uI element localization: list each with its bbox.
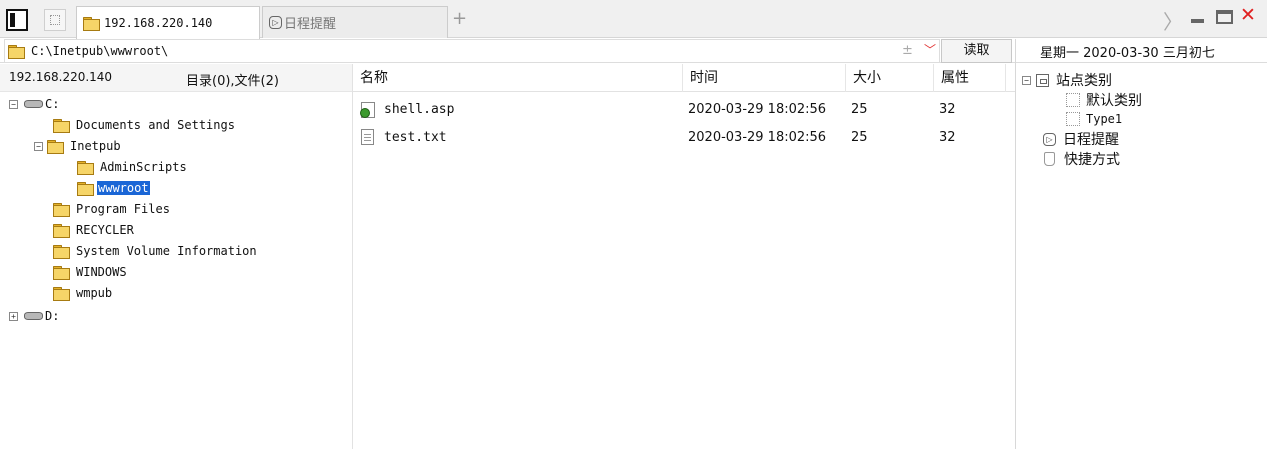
file-time: 2020-03-29 18:02:56: [688, 130, 827, 145]
tree-node-label: Inetpub: [70, 139, 121, 153]
folder-icon: [53, 265, 70, 280]
tree-node-wmpub[interactable]: wmpub: [53, 283, 112, 303]
folder-icon: [53, 118, 70, 133]
folder-icon: [53, 244, 70, 259]
asp-file-icon: [360, 102, 375, 118]
column-header-size[interactable]: 大小: [846, 64, 934, 92]
history-icon[interactable]: ±: [902, 43, 913, 58]
category-item-icon: [1066, 112, 1080, 126]
folder-icon: [77, 181, 94, 196]
site-panel: − 站点类别 默认类别 Type1 ▷ 日程提醒 快捷方式: [1016, 64, 1267, 449]
file-size: 25: [851, 130, 868, 145]
tree-node-wwwroot[interactable]: wwwroot: [77, 178, 150, 198]
site-category-type1[interactable]: Type1: [1066, 109, 1122, 129]
file-size: 25: [851, 102, 868, 117]
chevron-down-icon[interactable]: ﹀: [924, 41, 936, 58]
tree-node-windows[interactable]: WINDOWS: [53, 262, 127, 282]
site-shortcuts-label: 快捷方式: [1064, 152, 1120, 168]
category-item-icon: [1066, 93, 1080, 107]
address-input[interactable]: C:\Inetpub\wwwroot\ ± ﹀: [4, 39, 940, 63]
scroll-tabs-icon[interactable]: 〉: [1163, 6, 1183, 35]
folder-icon: [83, 16, 100, 31]
drive-icon: [24, 312, 43, 320]
site-category-root[interactable]: − 站点类别: [1022, 70, 1112, 90]
column-header-name[interactable]: 名称: [353, 64, 683, 92]
category-icon: [1036, 73, 1049, 87]
site-reminder-label: 日程提醒: [1063, 132, 1119, 148]
folder-icon: [8, 44, 25, 59]
tree-node-label: AdminScripts: [100, 160, 187, 174]
site-reminder-item[interactable]: ▷ 日程提醒: [1043, 129, 1119, 149]
collapse-icon[interactable]: −: [1022, 75, 1031, 85]
tree-node-program-files[interactable]: Program Files: [53, 199, 170, 219]
file-row[interactable]: test.txt 2020-03-29 18:02:56 25 32: [353, 125, 1015, 151]
tab-site[interactable]: 192.168.220.140: [76, 6, 260, 39]
server-info-row: 192.168.220.140 目录(0),文件(2): [0, 64, 352, 92]
blank-tab-icon[interactable]: [44, 9, 66, 31]
expand-icon[interactable]: +: [9, 311, 18, 321]
folder-icon: [53, 202, 70, 217]
tree-node-recycler[interactable]: RECYCLER: [53, 220, 134, 240]
site-category-root-label: 站点类别: [1056, 73, 1112, 89]
folder-icon: [47, 139, 64, 154]
tree-node-label-selected: wwwroot: [97, 181, 150, 195]
address-path: C:\Inetpub\wwwroot\: [31, 44, 169, 58]
tree-node-adminscripts[interactable]: AdminScripts: [77, 157, 187, 177]
file-attr: 32: [939, 130, 956, 145]
address-bar-row: C:\Inetpub\wwwroot\ ± ﹀ 读取 星期一 2020-03-3…: [0, 39, 1267, 63]
folder-icon: [53, 286, 70, 301]
tree-node-label: WINDOWS: [76, 265, 127, 279]
collapse-icon[interactable]: −: [9, 99, 18, 109]
tree-node-label: Program Files: [76, 202, 170, 216]
tree-node-label: wmpub: [76, 286, 113, 300]
tree-node-label: C:: [45, 97, 60, 111]
site-category-label: Type1: [1086, 112, 1123, 126]
tab-reminder-label: 日程提醒: [284, 17, 337, 32]
minimize-icon[interactable]: [1191, 19, 1204, 23]
date-display: 星期一 2020-03-30 三月初七: [1040, 46, 1215, 61]
close-icon[interactable]: ✕: [1240, 4, 1256, 26]
tree-node-label: D:: [45, 309, 60, 323]
tree-node-inetpub[interactable]: − Inetpub: [34, 136, 121, 156]
reminder-icon: ▷: [269, 16, 282, 29]
read-button[interactable]: 读取: [941, 39, 1012, 63]
file-row[interactable]: shell.asp 2020-03-29 18:02:56 25 32: [353, 97, 1015, 123]
collapse-icon[interactable]: −: [34, 141, 43, 151]
sidebar-toggle-icon[interactable]: [6, 9, 28, 31]
site-category-label: 默认类别: [1086, 93, 1142, 109]
tree-node-documents-and-settings[interactable]: Documents and Settings: [53, 115, 235, 135]
text-file-icon: [361, 129, 374, 145]
file-time: 2020-03-29 18:02:56: [688, 102, 827, 117]
tab-reminder[interactable]: ▷ 日程提醒: [262, 6, 448, 38]
folder-icon: [77, 160, 94, 175]
tab-site-label: 192.168.220.140: [104, 16, 213, 30]
file-name: test.txt: [384, 130, 447, 145]
drive-icon: [24, 100, 43, 108]
hand-icon: [1044, 152, 1055, 166]
tree-node-system-volume-information[interactable]: System Volume Information: [53, 241, 257, 261]
dir-stats: 目录(0),文件(2): [186, 74, 279, 89]
reminder-icon: ▷: [1043, 132, 1056, 146]
folder-icon: [53, 223, 70, 238]
column-header-attr[interactable]: 属性: [934, 64, 1006, 92]
add-tab-button[interactable]: +: [452, 8, 467, 29]
tree-node-label: Documents and Settings: [76, 118, 235, 132]
directory-tree: − C: Documents and Settings − Inetpub Ad…: [0, 92, 352, 449]
tree-node-c-drive[interactable]: − C:: [9, 94, 59, 114]
tab-bar: 192.168.220.140 ▷ 日程提醒 + 〉 ✕: [0, 0, 1267, 39]
column-header-time[interactable]: 时间: [683, 64, 846, 92]
tree-node-label: RECYCLER: [76, 223, 134, 237]
maximize-icon[interactable]: [1216, 10, 1233, 24]
file-list-header: 名称 时间 大小 属性: [353, 64, 1015, 92]
file-attr: 32: [939, 102, 956, 117]
tree-node-label: System Volume Information: [76, 244, 257, 258]
site-shortcuts-item[interactable]: 快捷方式: [1044, 149, 1120, 169]
file-name: shell.asp: [384, 102, 455, 117]
server-ip: 192.168.220.140: [9, 70, 113, 84]
site-category-default[interactable]: 默认类别: [1066, 90, 1142, 110]
tree-node-d-drive[interactable]: + D:: [9, 306, 59, 326]
